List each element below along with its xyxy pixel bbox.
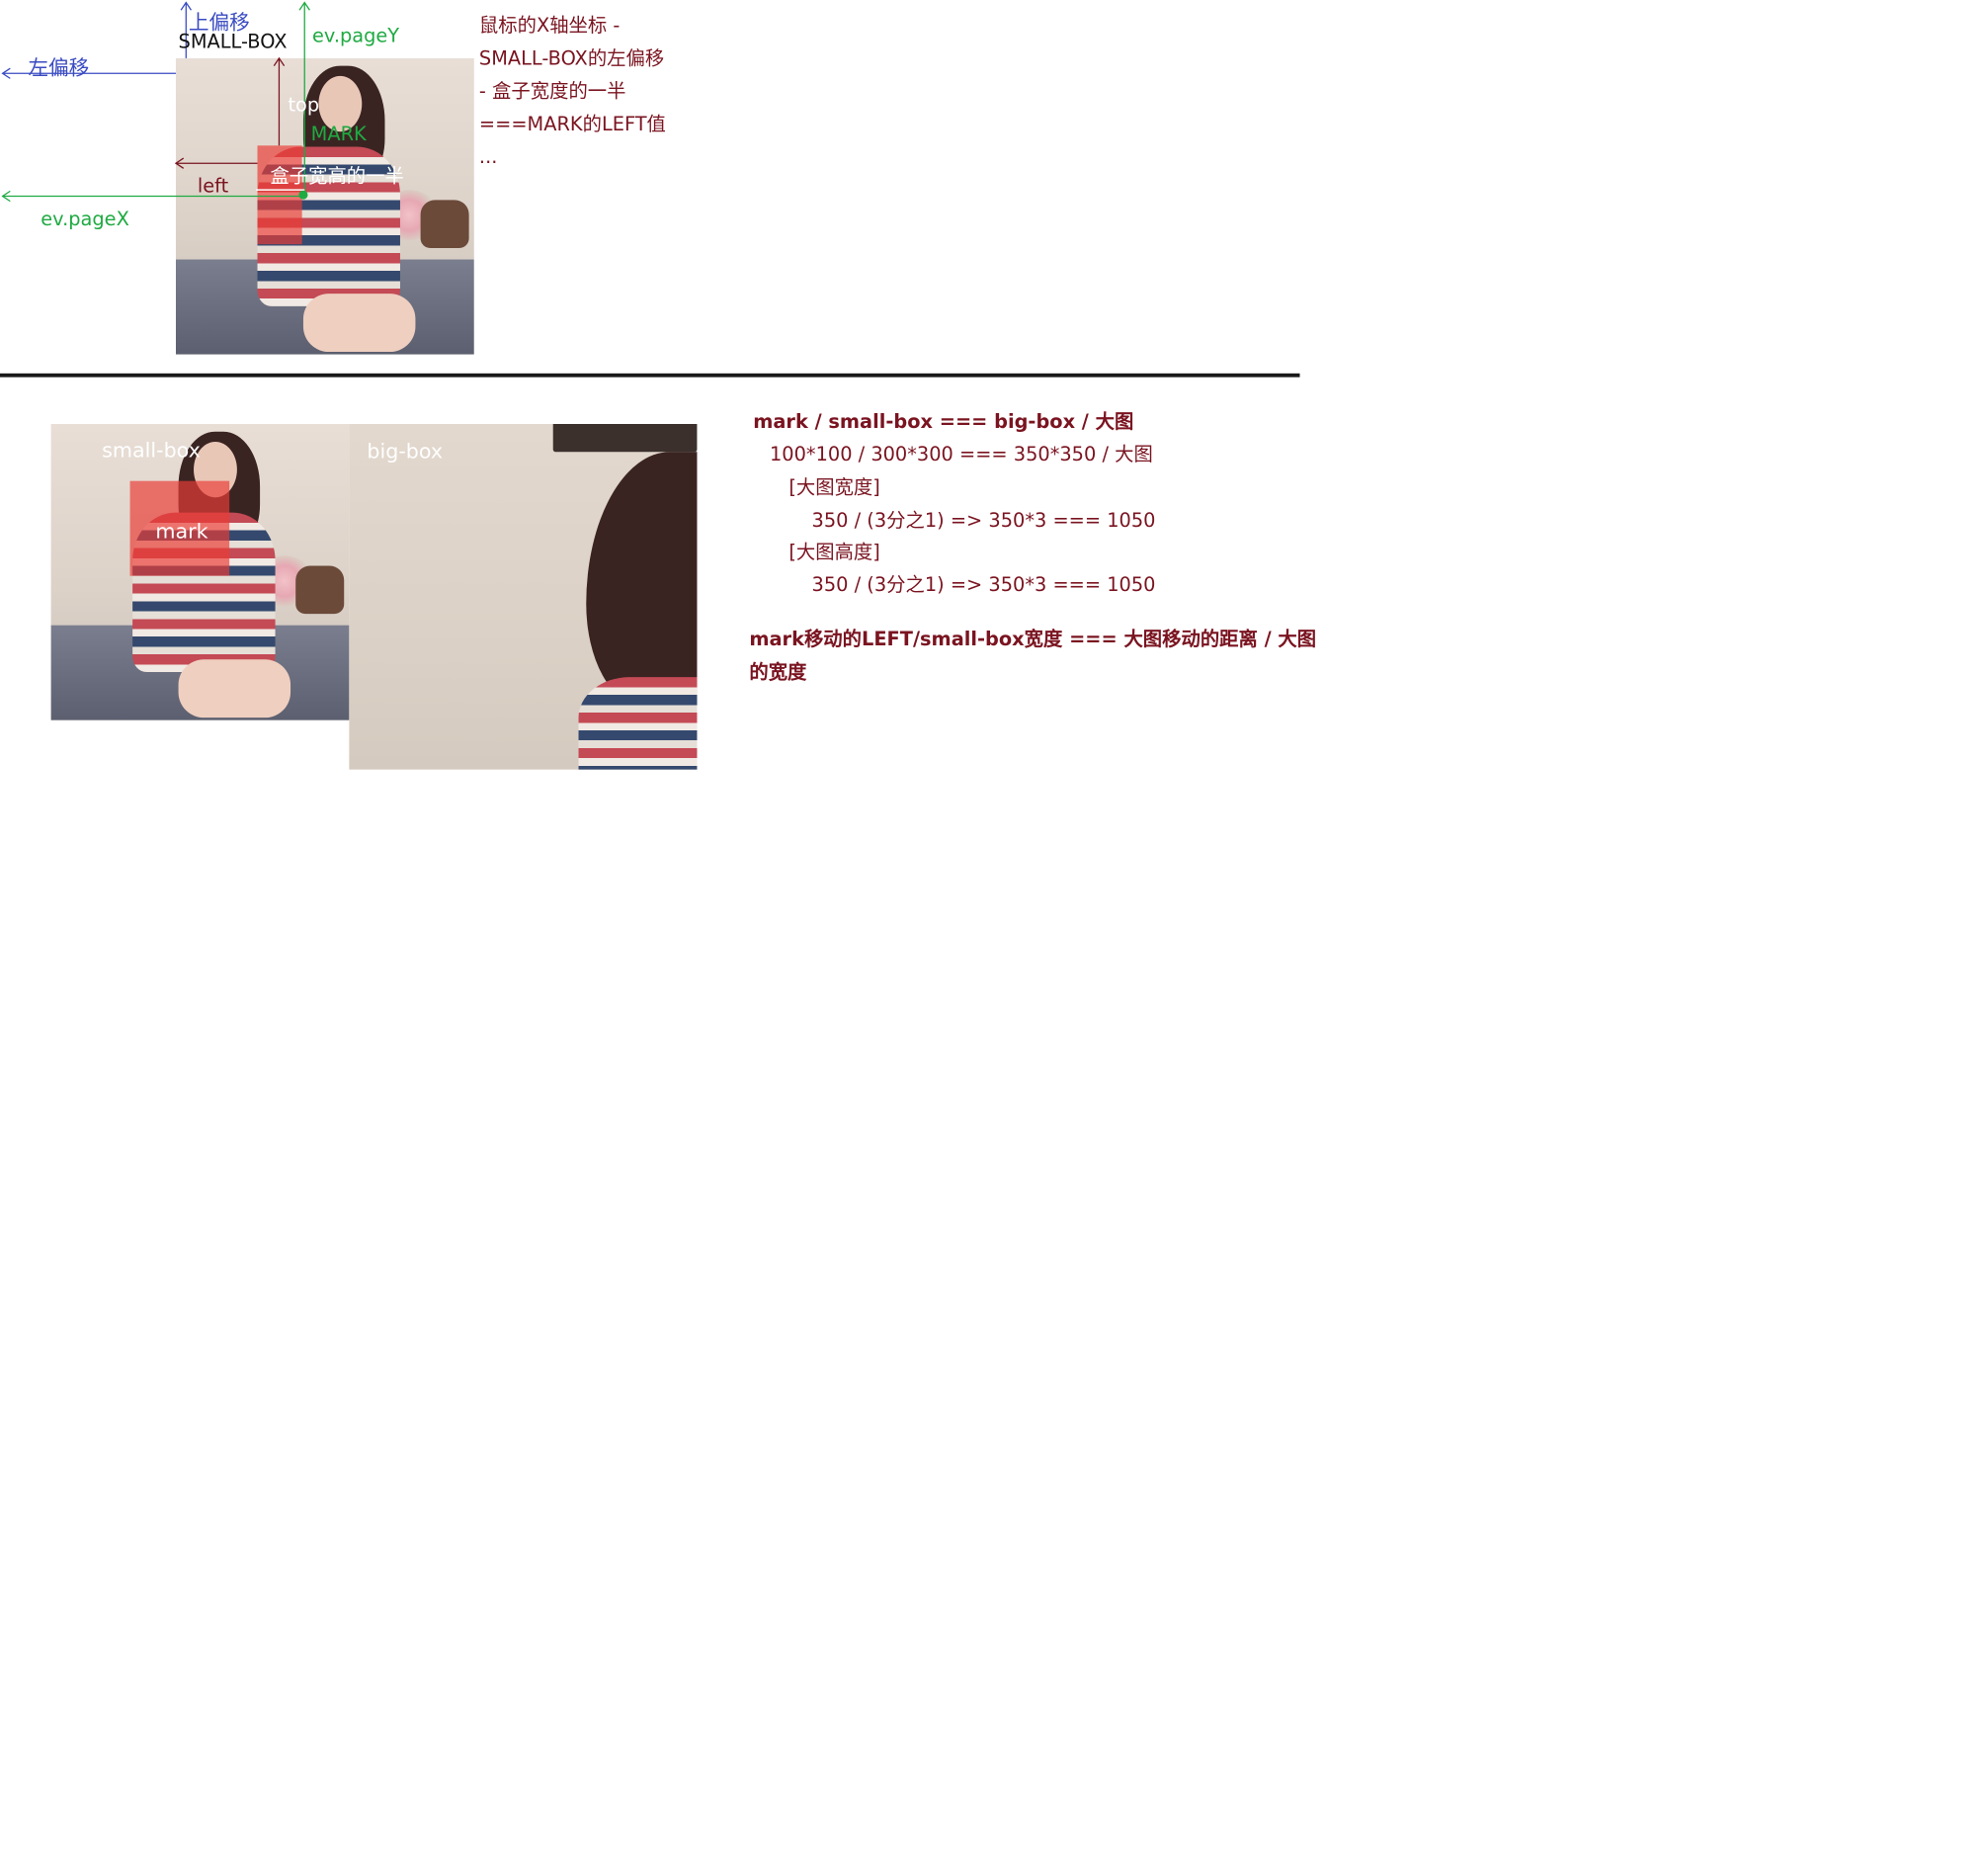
height-heading: [大图高度]	[788, 540, 880, 563]
formula-line: - 盒子宽度的一半	[478, 79, 626, 103]
figure-hair	[586, 452, 698, 706]
big-box-photo	[349, 424, 698, 770]
big-box-label: big-box	[367, 439, 444, 464]
diagram-canvas: 上偏移 SMALL-BOX 左偏移 ev.pageY top MARK 盒子宽高…	[0, 0, 1988, 1858]
section-divider	[0, 373, 1300, 378]
left-label: left	[197, 174, 229, 198]
width-heading: [大图宽度]	[788, 475, 880, 499]
left-offset-label: 左偏移	[28, 55, 90, 80]
mark-label: mark	[155, 519, 208, 544]
wall-frame	[552, 424, 698, 453]
figure-dress	[578, 677, 698, 770]
ratio-example: 100*100 / 300*300 === 350*350 / 大图	[769, 443, 1153, 466]
width-calc: 350 / (3分之1) => 350*3 === 1050	[811, 508, 1156, 532]
small-box-label-upper: SMALL-BOX	[178, 30, 288, 53]
formula-line: ...	[478, 145, 498, 169]
annotation-arrows	[1, 1, 310, 203]
page-x-label: ev.pageX	[41, 208, 129, 231]
top-label: top	[288, 93, 320, 117]
formula-line: ===MARK的LEFT值	[478, 112, 666, 136]
mark-left-formula: 鼠标的X轴坐标 - SMALL-BOX的左偏移 - 盒子宽度的一半 ===MAR…	[479, 13, 666, 177]
figure-legs	[178, 659, 291, 718]
mark-upper-label: MARK	[310, 123, 367, 146]
formula-line: SMALL-BOX的左偏移	[478, 46, 665, 70]
height-calc: 350 / (3分之1) => 350*3 === 1050	[811, 573, 1156, 597]
move-rule-line: 的宽度	[749, 660, 807, 684]
page-y-label: ev.pageY	[311, 24, 400, 47]
small-box-photo	[50, 424, 350, 720]
ratio-title: mark / small-box === big-box / 大图	[753, 409, 1134, 433]
move-rule-line: mark移动的LEFT/small-box宽度 === 大图移动的距离 / 大图	[749, 628, 1317, 651]
formula-line: 鼠标的X轴坐标 -	[478, 14, 621, 38]
handbag	[295, 565, 345, 615]
half-size-label: 盒子宽高的一半	[270, 164, 404, 188]
small-box-label: small-box	[102, 438, 201, 463]
